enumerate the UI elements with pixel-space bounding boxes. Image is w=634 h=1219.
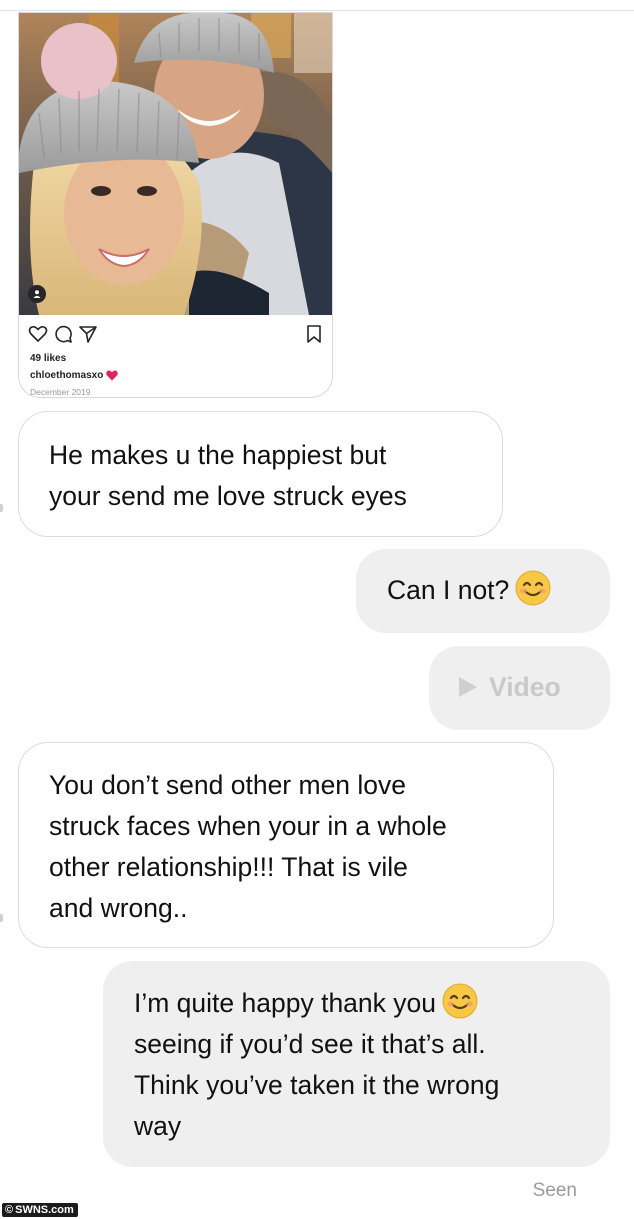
video-label: Video (489, 672, 561, 702)
message-line: way (134, 1111, 182, 1141)
incoming-message-bubble[interactable]: He makes u the happiest but your send me… (18, 411, 503, 537)
heart-icon[interactable] (28, 324, 48, 344)
bookmark-icon[interactable] (304, 324, 324, 344)
user-tag-icon[interactable] (28, 285, 46, 303)
smiling-face-emoji-icon (515, 570, 551, 606)
message-text: I’m quite happy thank you (134, 988, 436, 1018)
message-line: He makes u the happiest but (49, 440, 387, 470)
post-caption: chloethomasxo (30, 370, 119, 381)
red-heart-emoji-icon (106, 370, 119, 381)
message-line: seeing if you’d see it that’s all. (134, 1029, 486, 1059)
smiling-face-emoji-icon (442, 983, 478, 1019)
message-line: your send me love struck eyes (49, 481, 407, 511)
message-line: struck faces when your in a whole (49, 811, 447, 841)
watermark-logo: © SWNS.com (2, 1203, 78, 1217)
message-line: Think you’ve taken it the wrong (134, 1070, 500, 1100)
outgoing-message-bubble[interactable]: Can I not? (356, 549, 610, 633)
outgoing-message-bubble[interactable]: I’m quite happy thank you seeing if you’… (103, 961, 610, 1167)
watermark-text: SWNS.com (15, 1204, 74, 1216)
edge-marker (0, 914, 3, 922)
incoming-message-bubble[interactable]: You don’t send other men love struck fac… (18, 742, 554, 948)
post-username[interactable]: chloethomasxo (30, 370, 103, 381)
top-edge (0, 0, 634, 11)
seen-status: Seen (532, 1180, 577, 1201)
play-icon (459, 677, 477, 697)
message-line: You don’t send other men love (49, 770, 407, 800)
message-line: I’m quite happy thank you (134, 983, 610, 1024)
likes-count[interactable]: 49 likes (30, 353, 66, 364)
comment-icon[interactable] (53, 324, 73, 344)
copyright-icon: © (5, 1204, 14, 1216)
message-line: and wrong.. (49, 893, 188, 923)
post-actions-bar (28, 324, 324, 346)
message-line: other relationship!!! That is vile (49, 852, 408, 882)
share-icon[interactable] (78, 324, 98, 344)
video-message-bubble[interactable]: Video (429, 646, 610, 730)
edge-marker (0, 504, 3, 512)
post-date: December 2019 (30, 387, 91, 397)
shared-post-card[interactable]: 49 likes chloethomasxo December 2019 (18, 12, 333, 398)
message-text: Can I not? (387, 575, 510, 605)
post-photo[interactable] (19, 13, 332, 315)
selfie-photo-image (19, 13, 332, 315)
